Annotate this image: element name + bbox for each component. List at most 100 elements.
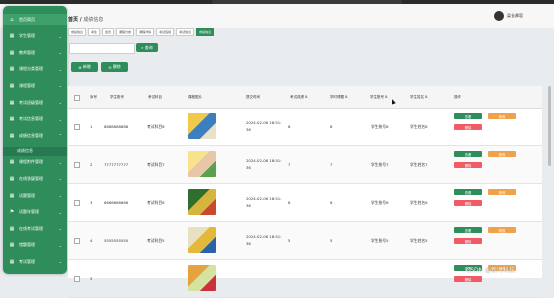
sidebar-item[interactable]: ▦ 学生管理 ⌄ [3, 31, 67, 42]
grid-icon: ▦ [9, 132, 15, 139]
chevron-icon: ⌄ [58, 116, 62, 122]
column-header[interactable]: 学生账号⇅ [370, 95, 388, 100]
breadcrumb-home[interactable]: 首页 [68, 17, 78, 23]
grid-icon: ▦ [9, 66, 15, 73]
points: 7 [330, 162, 333, 167]
tab[interactable]: 成绩信息 [196, 28, 215, 36]
chevron-icon: ⌃ [58, 133, 62, 139]
sidebar-item[interactable]: ▦ 教师管理 ⌄ [3, 47, 67, 58]
row-checkbox[interactable] [74, 238, 80, 244]
tab[interactable]: 成绩信息 [68, 28, 87, 36]
sidebar-item-label: 错题管理 [19, 242, 35, 248]
edit-row-button[interactable]: 修改 [488, 227, 516, 233]
column-header[interactable]: 考试成绩⇅ [290, 95, 308, 100]
sidebar-subitem[interactable]: 成绩信息 [3, 146, 67, 156]
tab-bar: 成绩信息 考生 会员 课程分类 课程详情 考试班级 考试信息 成绩信息 [68, 28, 215, 36]
select-all-checkbox[interactable] [74, 95, 80, 101]
column-header[interactable]: 序号 [90, 95, 97, 100]
sidebar-item[interactable]: ▦ 课程分类管理 ⌄ [3, 64, 67, 75]
column-header-label: 学生姓名 [410, 95, 424, 99]
sidebar-item[interactable]: ▦ 课程附件管理 ⌄ [3, 157, 67, 168]
row-checkbox[interactable] [74, 124, 80, 130]
tab[interactable]: 考试信息 [176, 28, 195, 36]
sidebar-item[interactable]: ▦ 试题管理 ⌄ [3, 190, 67, 201]
sidebar-item[interactable]: ▦ 在线答疑管理 ⌄ [3, 173, 67, 184]
delete-row-button[interactable]: 删除 [454, 276, 482, 282]
tab[interactable]: 考生 [88, 28, 101, 36]
add-button[interactable]: ⊕ 新增 [71, 62, 98, 72]
column-header-label: 学时得题 [330, 95, 344, 99]
submit-time-seconds: 36 [246, 203, 251, 208]
delete-row-button[interactable]: 删除 [454, 162, 482, 168]
sidebar-item[interactable]: ▦ 错题管理 ⌄ [3, 240, 67, 251]
sidebar-item[interactable]: ▦ 考试班级管理 ⌄ [3, 97, 67, 108]
delete-row-button[interactable]: 删除 [454, 124, 482, 130]
sort-icon[interactable]: ⇅ [385, 95, 388, 99]
row-checkbox[interactable] [74, 162, 80, 168]
column-header[interactable]: 考试科目 [148, 95, 162, 100]
search-button[interactable]: ⌕ 查询 [136, 43, 158, 52]
student-name: 学生姓名5 [410, 238, 428, 243]
column-header[interactable]: 提交时间 [246, 95, 260, 100]
search-button-label: 查询 [144, 44, 153, 50]
row-checkbox[interactable] [74, 276, 80, 282]
avatar[interactable] [494, 11, 504, 21]
sort-icon[interactable]: ⇅ [345, 95, 348, 99]
edit-row-button[interactable]: 修改 [488, 189, 516, 195]
column-header-label: 操作 [454, 95, 461, 99]
sidebar-item[interactable]: ▦ 课程管理 ⌄ [3, 80, 67, 91]
tab[interactable]: 课程分类 [116, 28, 135, 36]
course-image [188, 265, 216, 291]
exam-subject: 考试科目5 [147, 238, 165, 243]
submit-time: 2024-02-06 18:51: [246, 196, 282, 201]
tab[interactable]: 考试班级 [156, 28, 175, 36]
grid-icon: ▦ [9, 116, 15, 123]
row-index: 4 [90, 238, 93, 243]
chevron-icon: ⌄ [58, 209, 62, 215]
chevron-icon: ⌄ [58, 33, 62, 39]
sort-icon[interactable]: ⇅ [305, 95, 308, 99]
sidebar-item[interactable]: ▦ 考试管理 ⌄ [3, 256, 67, 267]
scrollbar[interactable] [548, 86, 551, 166]
view-row-button[interactable]: 查看 [454, 227, 482, 233]
column-header[interactable]: 学生账号 [110, 95, 124, 100]
delete-button[interactable]: ⊖ 删除 [101, 62, 128, 72]
student-name: 学生姓名8 [410, 124, 428, 129]
column-header[interactable]: 学时得题⇅ [330, 95, 348, 100]
tab[interactable]: 会员 [102, 28, 115, 36]
column-header[interactable]: 课程图片 [188, 95, 202, 100]
student-name: 学生姓名6 [410, 200, 428, 205]
row-checkbox[interactable] [74, 200, 80, 206]
sidebar-item[interactable]: ⚑ 试题年管理 ⌄ [3, 207, 67, 218]
exam-score: 8 [288, 124, 291, 129]
sidebar-item-label: 教师管理 [19, 49, 35, 55]
student-account: 7777777777 [104, 162, 129, 167]
sidebar-item[interactable]: ⌂ 首页简页 [3, 14, 67, 25]
table-row: 4 5555555555 考试科目5 2024-02-06 18:51: 36 5 5 学生账… [68, 222, 542, 260]
view-row-button[interactable]: 查看 [454, 151, 482, 157]
view-row-button[interactable]: 查看 [454, 189, 482, 195]
column-header[interactable]: 学生姓名⇅ [410, 95, 428, 100]
sidebar-item[interactable]: ▦ 在线考试管理 ⌄ [3, 223, 67, 234]
breadcrumb-separator: / [79, 17, 82, 23]
view-row-button[interactable]: 查看 [454, 113, 482, 119]
student-account: 6666666666 [104, 200, 129, 205]
delete-row-button[interactable]: 删除 [454, 238, 482, 244]
sidebar-item-label: 在线答疑管理 [19, 175, 43, 181]
edit-row-button[interactable]: 修改 [488, 151, 516, 157]
delete-row-button[interactable]: 删除 [454, 200, 482, 206]
column-header-label: 序号 [90, 95, 97, 99]
sort-icon[interactable]: ⇅ [425, 95, 428, 99]
student-number: 学生账号5 [371, 238, 389, 243]
search-input[interactable] [69, 43, 135, 54]
user-menu[interactable]: 梁长卿容 [494, 11, 523, 21]
submit-time: 2024-02-06 18:51: [246, 158, 282, 163]
column-header[interactable]: 操作 [454, 95, 461, 100]
exam-score: 5 [288, 238, 291, 243]
tab[interactable]: 课程详情 [136, 28, 155, 36]
sidebar-item[interactable]: ▦ 考试信息管理 ⌄ [3, 114, 67, 125]
edit-row-button[interactable]: 修改 [488, 113, 516, 119]
sidebar-item[interactable]: ▦ 成绩信息管理 ⌃ [3, 130, 67, 141]
student-name: 学生姓名7 [410, 162, 428, 167]
submit-time: 2024-02-06 18:51: [246, 234, 282, 239]
